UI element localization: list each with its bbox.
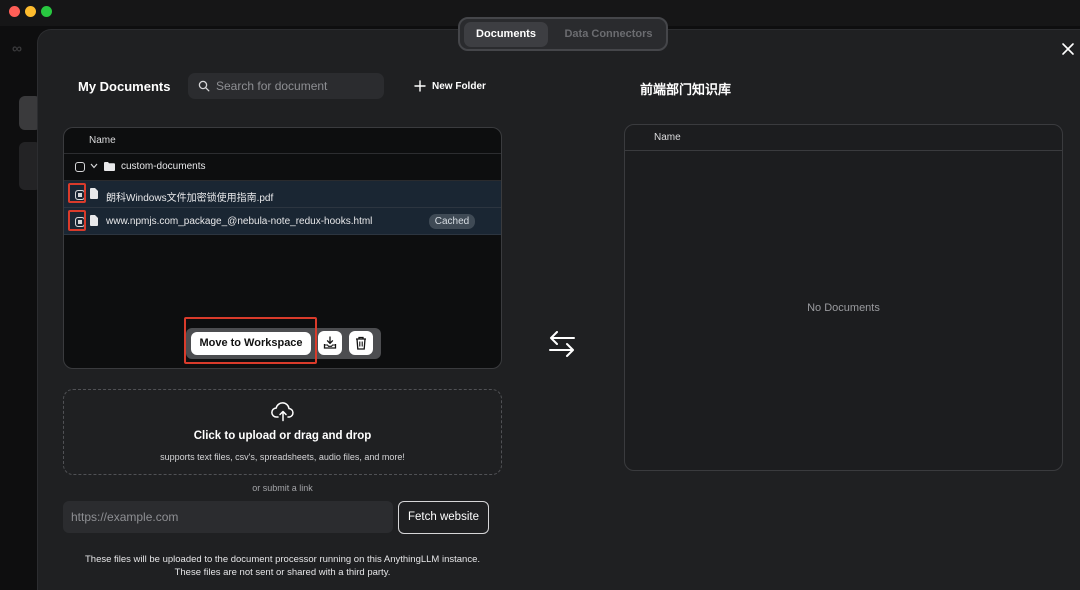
empty-state: No Documents — [807, 302, 880, 314]
upload-title: Click to upload or drag and drop — [193, 430, 372, 442]
workspace-documents-panel: Name No Documents — [624, 124, 1063, 471]
footnote-line-1: These files will be uploaded to the docu… — [84, 554, 480, 565]
app-logo-icon: ∞ — [12, 40, 22, 56]
folder-row[interactable]: custom-documents — [64, 154, 501, 181]
fetch-website-button[interactable]: Fetch website — [398, 501, 489, 534]
minimize-window-button[interactable] — [25, 6, 36, 17]
file-icon — [90, 215, 98, 226]
table-header: Name — [64, 128, 501, 154]
checkbox-highlight — [68, 183, 86, 203]
trash-icon — [356, 336, 366, 350]
folder-checkbox[interactable] — [75, 162, 85, 172]
folder-icon — [104, 162, 115, 171]
maximize-window-button[interactable] — [41, 6, 52, 17]
tab-documents[interactable]: Documents — [464, 22, 548, 47]
file-row[interactable]: www.npmjs.com_package_@nebula-note_redux… — [64, 208, 501, 235]
footnote-line-2: These files are not sent or shared with … — [174, 567, 391, 578]
move-to-folder-button[interactable] — [318, 331, 342, 355]
move-button-highlight — [184, 317, 317, 364]
table-header: Name — [625, 125, 1062, 151]
plus-icon — [414, 80, 426, 92]
file-name: 朗科Windows文件加密锁使用指南.pdf — [106, 193, 274, 204]
column-name: Name — [654, 132, 681, 143]
file-icon — [90, 188, 98, 199]
upload-subtitle: supports text files, csv's, spreadsheets… — [160, 452, 405, 462]
search-input[interactable] — [216, 73, 376, 99]
folder-name: custom-documents — [121, 161, 206, 172]
tab-data-connectors[interactable]: Data Connectors — [556, 22, 661, 47]
checkbox-highlight — [68, 210, 86, 231]
cloud-upload-icon — [271, 402, 294, 422]
workspace-title: 前端部门知识库 — [640, 82, 732, 97]
chevron-down-icon[interactable] — [90, 163, 98, 169]
search-icon — [198, 80, 210, 92]
tray-arrow-down-icon — [323, 336, 337, 349]
new-folder-button[interactable]: New Folder — [414, 78, 486, 94]
upload-dropzone[interactable]: Click to upload or drag and drop support… — [63, 389, 502, 475]
url-input[interactable] — [63, 501, 393, 533]
close-window-button[interactable] — [9, 6, 20, 17]
modal-tabs: Documents Data Connectors — [458, 17, 668, 51]
new-folder-label: New Folder — [432, 80, 486, 92]
document-search[interactable] — [188, 73, 384, 99]
column-name: Name — [89, 135, 116, 146]
close-icon[interactable] — [1061, 42, 1075, 56]
file-name: www.npmjs.com_package_@nebula-note_redux… — [106, 216, 373, 227]
file-row[interactable]: 朗科Windows文件加密锁使用指南.pdf — [64, 181, 501, 208]
delete-button[interactable] — [349, 331, 373, 355]
transfer-arrows-icon — [549, 331, 575, 357]
submit-link-label: or submit a link — [252, 483, 313, 493]
my-documents-title: My Documents — [78, 79, 171, 94]
cached-badge: Cached — [429, 214, 475, 229]
